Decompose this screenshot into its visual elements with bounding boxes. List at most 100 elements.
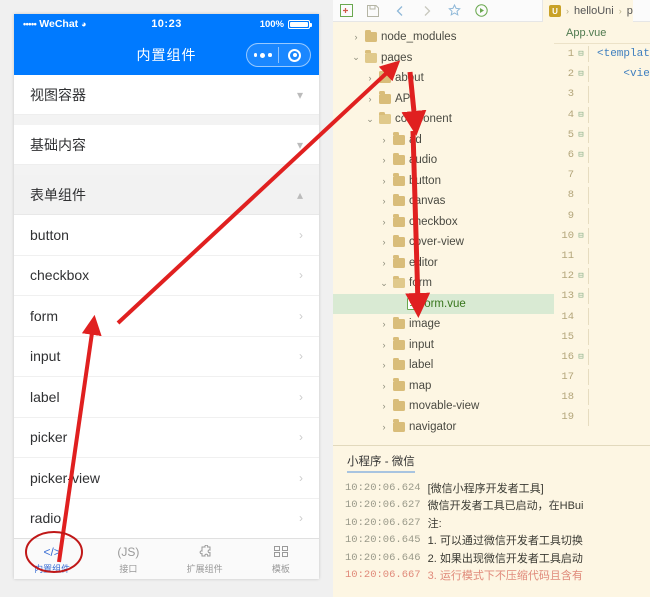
tree-folder-ad[interactable]: › ad bbox=[333, 130, 554, 151]
chevron-right-icon[interactable]: › bbox=[365, 94, 375, 104]
fold-toggle-icon[interactable]: ⊟ bbox=[574, 49, 588, 59]
run-play-icon[interactable] bbox=[474, 4, 488, 18]
new-file-icon[interactable] bbox=[339, 4, 353, 18]
code-line[interactable]: 16 ⊟ bbox=[554, 347, 650, 367]
code-line[interactable]: 4 ⊟ bbox=[554, 105, 650, 125]
chevron-down-icon[interactable]: ⌄ bbox=[379, 278, 389, 289]
tree-file-form-vue[interactable]: form.vue bbox=[333, 293, 554, 314]
chevron-right-icon[interactable]: › bbox=[379, 422, 389, 432]
code-line[interactable]: 13 ⊟ bbox=[554, 286, 650, 306]
list-item-label[interactable]: label › bbox=[14, 377, 319, 418]
code-line[interactable]: 11 bbox=[554, 246, 650, 266]
fold-toggle-icon[interactable]: ⊟ bbox=[574, 69, 588, 79]
tree-folder-editor[interactable]: › editor bbox=[333, 253, 554, 274]
chevron-down-icon[interactable]: ⌄ bbox=[351, 52, 361, 63]
chevron-right-icon[interactable]: › bbox=[379, 319, 389, 329]
code-line[interactable]: 5 ⊟ bbox=[554, 125, 650, 145]
chevron-right-icon[interactable]: › bbox=[379, 360, 389, 370]
list-item-input[interactable]: input › bbox=[14, 336, 319, 377]
tab-builtin-components[interactable]: </> 内置组件 bbox=[14, 544, 90, 575]
code-line[interactable]: 9 bbox=[554, 206, 650, 226]
fold-toggle-icon[interactable]: ⊟ bbox=[574, 291, 588, 301]
code-lines[interactable]: 1 ⊟ <templat 2 ⊟ <vie 3 4 ⊟ 5 ⊟ 6 ⊟ 7 8 9 10 ⊟ 11 12 ⊟ 13 ⊟ 14… bbox=[554, 44, 650, 445]
code-line[interactable]: 14 bbox=[554, 306, 650, 326]
group-header-form-components[interactable]: 表单组件 ▴ bbox=[14, 175, 319, 215]
fold-toggle-icon[interactable]: ⊟ bbox=[574, 110, 588, 120]
code-line[interactable]: 1 ⊟ <templat bbox=[554, 44, 650, 64]
tree-folder-pages[interactable]: ⌄ pages bbox=[333, 48, 554, 69]
fold-toggle-icon[interactable]: ⊟ bbox=[574, 130, 588, 140]
console-log-list[interactable]: 10:20:06.624 [微信小程序开发者工具] 10:20:06.627 微信开发… bbox=[333, 473, 650, 584]
chevron-right-icon[interactable]: › bbox=[379, 196, 389, 206]
tree-folder-image[interactable]: › image bbox=[333, 314, 554, 335]
list-item-checkbox[interactable]: checkbox › bbox=[14, 255, 319, 296]
fold-toggle-icon[interactable]: ⊟ bbox=[574, 150, 588, 160]
tree-folder-cover-view[interactable]: › cover-view bbox=[333, 232, 554, 253]
tab-bar[interactable]: </> 内置组件 (JS) 接口 扩展组件 模板 bbox=[14, 538, 319, 579]
code-editor[interactable]: App.vue 1 ⊟ <templat 2 ⊟ <vie 3 4 ⊟ 5 ⊟ 6 ⊟ 7 8 9 10 ⊟ 11… bbox=[554, 22, 650, 445]
tab-extension-components[interactable]: 扩展组件 bbox=[167, 544, 243, 575]
chevron-right-icon[interactable]: › bbox=[351, 32, 361, 42]
breadcrumb-item-project[interactable]: helloUni bbox=[574, 5, 614, 17]
favorite-star-icon[interactable] bbox=[447, 4, 461, 18]
chevron-right-icon[interactable]: › bbox=[379, 258, 389, 268]
chevron-down-icon[interactable]: ⌄ bbox=[365, 114, 375, 125]
code-line[interactable]: 19 bbox=[554, 407, 650, 427]
component-list[interactable]: 视图容器 ▾ 基础内容 ▾ 表单组件 ▴ button › checkbox ›… bbox=[14, 75, 319, 538]
tab-api[interactable]: (JS) 接口 bbox=[90, 544, 166, 575]
chevron-right-icon[interactable]: › bbox=[379, 340, 389, 350]
capsule-menu-button[interactable] bbox=[247, 52, 278, 58]
chevron-right-icon[interactable]: › bbox=[379, 381, 389, 391]
tree-folder-audio[interactable]: › audio bbox=[333, 150, 554, 171]
tree-folder-form[interactable]: ⌄ form bbox=[333, 273, 554, 294]
breadcrumb[interactable]: U › helloUni › p bbox=[542, 0, 633, 22]
group-header-view-container[interactable]: 视图容器 ▾ bbox=[14, 75, 319, 115]
tree-folder-navigator[interactable]: › navigator bbox=[333, 417, 554, 438]
project-file-tree[interactable]: › node_modules ⌄ pages › about › API ⌄ component ›… bbox=[333, 22, 554, 445]
code-line[interactable]: 15 bbox=[554, 327, 650, 347]
back-arrow-icon[interactable] bbox=[393, 4, 407, 18]
code-line[interactable]: 7 bbox=[554, 165, 650, 185]
tree-folder-api[interactable]: › API bbox=[333, 89, 554, 110]
list-item-radio[interactable]: radio › bbox=[14, 498, 319, 538]
fold-toggle-icon[interactable]: ⊟ bbox=[574, 231, 588, 241]
code-line[interactable]: 3 bbox=[554, 84, 650, 104]
chevron-right-icon[interactable]: › bbox=[379, 237, 389, 247]
tab-templates[interactable]: 模板 bbox=[243, 544, 319, 575]
group-header-basic-content[interactable]: 基础内容 ▾ bbox=[14, 125, 319, 165]
code-line[interactable]: 8 bbox=[554, 185, 650, 205]
tree-folder-component[interactable]: ⌄ component bbox=[333, 109, 554, 130]
list-item-picker[interactable]: picker › bbox=[14, 417, 319, 458]
code-line[interactable]: 12 ⊟ bbox=[554, 266, 650, 286]
code-line[interactable]: 17 bbox=[554, 367, 650, 387]
fold-toggle-icon[interactable]: ⊟ bbox=[574, 352, 588, 362]
code-line[interactable]: 10 ⊟ bbox=[554, 226, 650, 246]
list-item-form[interactable]: form › bbox=[14, 296, 319, 337]
breadcrumb-item-pages[interactable]: p bbox=[627, 5, 633, 17]
tree-folder-checkbox[interactable]: › checkbox bbox=[333, 212, 554, 233]
tree-folder-map[interactable]: › map bbox=[333, 376, 554, 397]
tree-folder-canvas[interactable]: › canvas bbox=[333, 191, 554, 212]
forward-arrow-icon[interactable] bbox=[420, 4, 434, 18]
wechat-capsule-button[interactable] bbox=[246, 43, 311, 67]
tree-folder-label[interactable]: › label bbox=[333, 355, 554, 376]
fold-toggle-icon[interactable]: ⊟ bbox=[574, 271, 588, 281]
chevron-right-icon[interactable]: › bbox=[379, 155, 389, 165]
chevron-right-icon[interactable]: › bbox=[379, 176, 389, 186]
capsule-close-button[interactable] bbox=[279, 48, 310, 62]
tree-folder-node-modules[interactable]: › node_modules bbox=[333, 27, 554, 48]
code-line[interactable]: 6 ⊟ bbox=[554, 145, 650, 165]
code-line[interactable]: 18 bbox=[554, 387, 650, 407]
tree-folder-movable-view[interactable]: › movable-view bbox=[333, 396, 554, 417]
list-item-button[interactable]: button › bbox=[14, 215, 319, 256]
code-line[interactable]: 2 ⊟ <vie bbox=[554, 64, 650, 84]
save-icon[interactable] bbox=[366, 4, 380, 18]
chevron-right-icon[interactable]: › bbox=[365, 73, 375, 83]
editor-tab-app-vue[interactable]: App.vue bbox=[554, 22, 650, 44]
ide-toolbar[interactable]: U › helloUni › p bbox=[333, 0, 650, 22]
tree-folder-about[interactable]: › about bbox=[333, 68, 554, 89]
list-item-picker-view[interactable]: picker-view › bbox=[14, 458, 319, 499]
tree-folder-input[interactable]: › input bbox=[333, 335, 554, 356]
chevron-right-icon[interactable]: › bbox=[379, 217, 389, 227]
chevron-right-icon[interactable]: › bbox=[379, 401, 389, 411]
